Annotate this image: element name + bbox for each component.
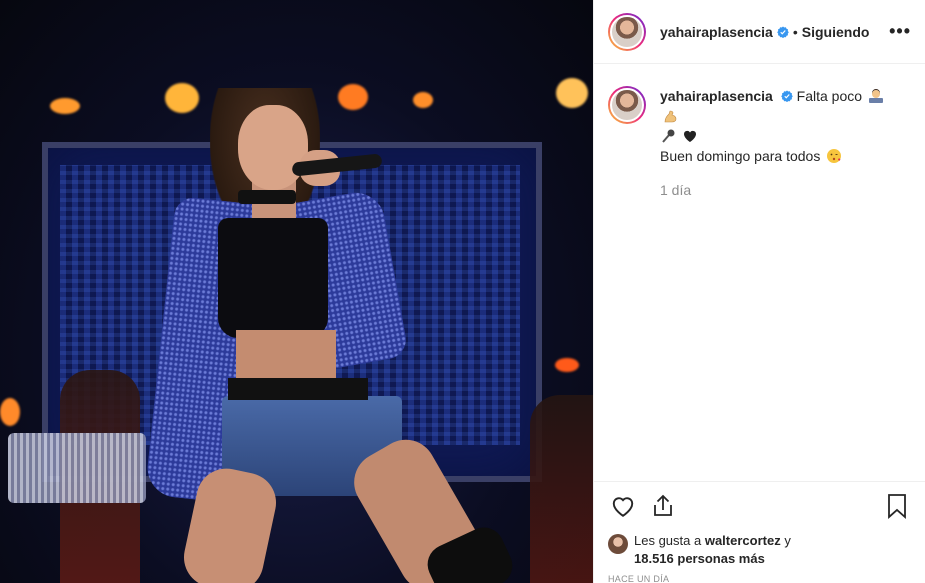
caption: yahairaplasencia Falta poco Buen domingo… [594, 64, 925, 200]
likes-prefix: Les gusta a [634, 533, 702, 548]
save-button[interactable] [882, 491, 912, 521]
post-photo[interactable] [0, 0, 593, 583]
background-saxophonist [530, 395, 593, 583]
caption-line-3: Buen domingo para todos [660, 148, 821, 164]
post-header: yahairaplasencia • Siguiendo ••• [594, 0, 925, 64]
flexed-biceps-emoji-icon [664, 110, 677, 123]
belt [228, 378, 368, 400]
verified-badge-icon [777, 26, 789, 38]
relative-time[interactable]: 1 día [660, 180, 900, 200]
caption-author-avatar[interactable] [608, 86, 646, 124]
post-actions: Les gusta a waltercortez y 18.516 person… [594, 481, 925, 583]
heart-icon [612, 497, 634, 517]
liker-username[interactable]: waltercortez [705, 533, 781, 548]
likes-summary: Les gusta a waltercortez y 18.516 person… [608, 532, 912, 568]
stage-light [556, 78, 588, 108]
microphone-emoji-icon [662, 129, 675, 143]
likes-text: Les gusta a waltercortez y 18.516 person… [634, 532, 791, 568]
choker [238, 190, 296, 204]
woman-technologist-emoji-icon [868, 89, 883, 103]
caption-line-1: Falta poco [796, 88, 863, 104]
caption-username[interactable]: yahairaplasencia [660, 88, 773, 104]
like-button[interactable] [608, 491, 638, 521]
stage-light [338, 84, 368, 110]
share-button[interactable] [648, 491, 678, 521]
bookmark-icon [888, 494, 906, 519]
crop-top [218, 218, 328, 338]
post-timestamp[interactable]: HACE UN DÍA [608, 574, 912, 583]
performer-face [238, 105, 308, 190]
face-blowing-kiss-emoji-icon [827, 149, 842, 163]
following-button[interactable]: Siguiendo [802, 24, 870, 40]
stage-light [0, 398, 20, 426]
stage-light [555, 358, 579, 372]
stage-light [50, 98, 80, 114]
likes-count[interactable]: 18.516 personas más [634, 551, 765, 566]
action-icons-row [608, 490, 912, 522]
stage-light [165, 83, 199, 113]
follow-separator: • [792, 23, 798, 40]
black-heart-emoji-icon [683, 130, 696, 142]
caption-body: yahairaplasencia Falta poco Buen domingo… [660, 86, 900, 200]
liker-avatar[interactable] [608, 534, 628, 554]
author-avatar[interactable] [608, 12, 646, 51]
chimes-instrument [8, 433, 146, 503]
verified-badge-icon [780, 90, 793, 102]
share-icon [654, 494, 672, 516]
author-username[interactable]: yahairaplasencia [660, 24, 773, 40]
post-side-panel: yahairaplasencia • Siguiendo ••• yahaira… [593, 0, 925, 583]
stage-light [413, 92, 433, 108]
likes-joiner: y [784, 533, 791, 548]
more-options-icon[interactable]: ••• [889, 21, 911, 42]
